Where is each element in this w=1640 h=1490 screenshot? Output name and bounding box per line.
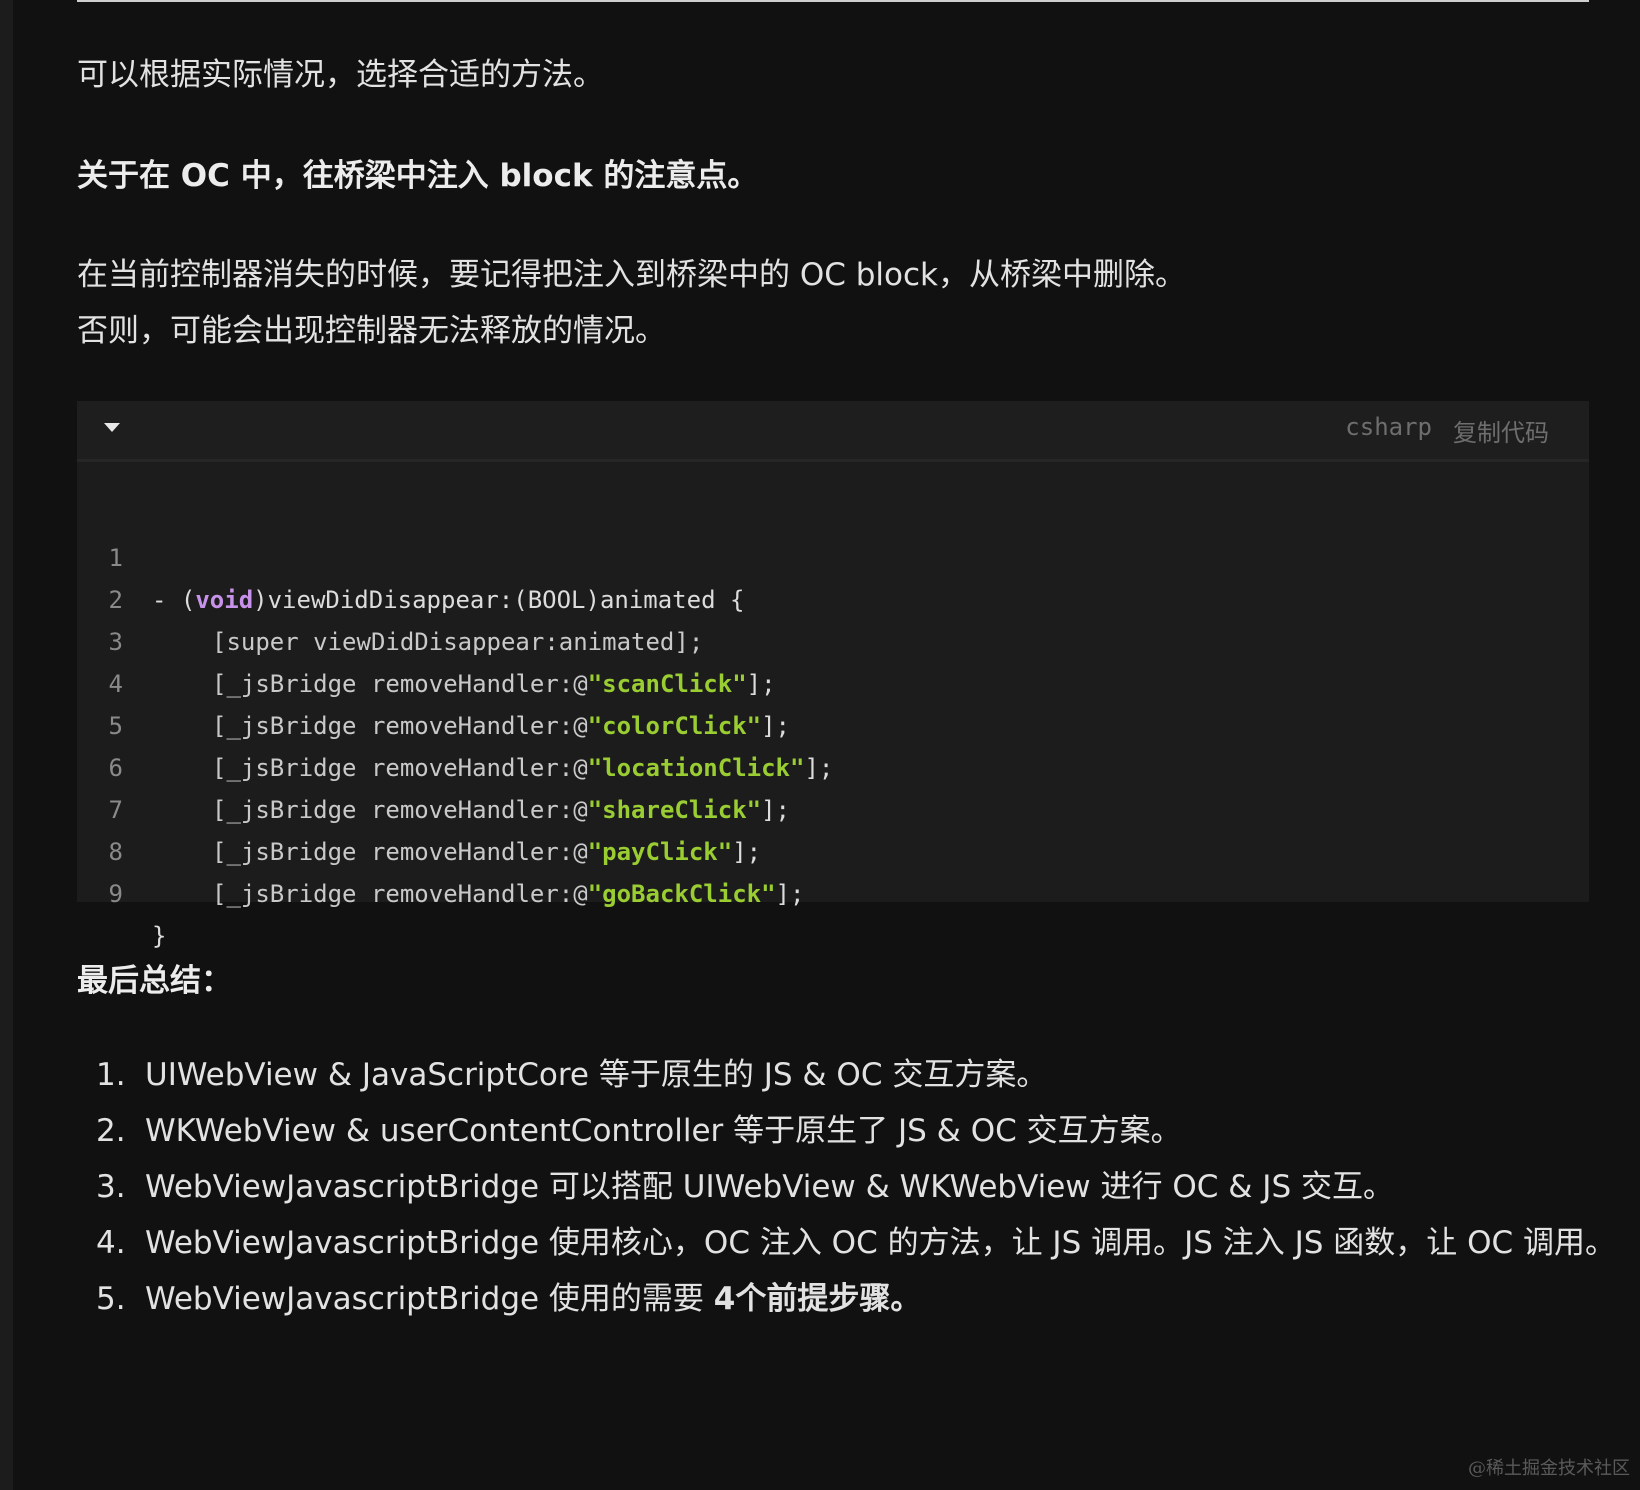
list-item-text: WebViewJavascriptBridge 使用的需要 4个前提步骤。 xyxy=(145,1281,922,1317)
heading-block-notes: 关于在 OC 中，往桥梁中注入 block 的注意点。 xyxy=(77,158,759,194)
code-block-header: csharp 复制代码 xyxy=(77,401,1589,462)
code-line: 6 [_jsBridge removeHandler:@"shareClick"… xyxy=(77,705,1589,824)
list-number: 5. xyxy=(96,1281,126,1317)
summary-list: 1. UIWebView & JavaScriptCore 等于原生的 JS &… xyxy=(77,1047,1616,1327)
list-item-text: WebViewJavascriptBridge 使用核心，OC 注入 OC 的方… xyxy=(145,1225,1617,1261)
paragraph-release-warning: 否则，可能会出现控制器无法释放的情况。 xyxy=(77,313,666,349)
list-item: 1. UIWebView & JavaScriptCore 等于原生的 JS &… xyxy=(77,1047,1640,1103)
list-item-text: WebViewJavascriptBridge 可以搭配 UIWebView &… xyxy=(145,1169,1394,1205)
line-number: 9 xyxy=(108,880,123,908)
list-item: 4. WebViewJavascriptBridge 使用核心，OC 注入 OC… xyxy=(77,1215,1640,1271)
watermark: @稀土掘金技术社区 xyxy=(1468,1458,1630,1479)
list-number: 4. xyxy=(96,1225,126,1261)
paragraph-choose-method: 可以根据实际情况，选择合适的方法。 xyxy=(77,57,604,93)
code-line: 4 [_jsBridge removeHandler:@"colorClick"… xyxy=(77,621,1589,740)
code-line: 1 - (void)viewDidDisappear:(BOOL)animate… xyxy=(77,495,1589,614)
list-item-text: WKWebView & userContentController 等于原生了 … xyxy=(145,1113,1182,1149)
code-line: 5 [_jsBridge removeHandler:@"locationCli… xyxy=(77,663,1589,782)
paragraph-remove-block: 在当前控制器消失的时候，要记得把注入到桥梁中的 OC block，从桥梁中删除。 xyxy=(77,257,1187,293)
list-item: 3. WebViewJavascriptBridge 可以搭配 UIWebVie… xyxy=(77,1159,1640,1215)
code-line: 3 [_jsBridge removeHandler:@"scanClick"]… xyxy=(77,579,1589,698)
code-line: 7 [_jsBridge removeHandler:@"payClick"]; xyxy=(77,747,1589,866)
code-text: [_jsBridge removeHandler:@"goBackClick"]… xyxy=(212,880,805,908)
code-block: csharp 复制代码 1 - (void)viewDidDisappear:(… xyxy=(77,401,1589,950)
code-line: 8 [_jsBridge removeHandler:@"goBackClick… xyxy=(77,789,1589,908)
list-item: 2. WKWebView & userContentController 等于原… xyxy=(77,1103,1640,1159)
heading-summary: 最后总结： xyxy=(77,963,232,999)
bold-text: 4个前提步骤。 xyxy=(713,1281,922,1317)
code-line: 9 } xyxy=(77,831,1589,950)
horizontal-rule xyxy=(77,0,1589,2)
list-number: 3. xyxy=(96,1169,126,1205)
copy-code-button[interactable]: 复制代码 xyxy=(1453,413,1549,448)
list-number: 2. xyxy=(96,1113,126,1149)
list-number: 1. xyxy=(96,1057,126,1093)
code-text: } xyxy=(152,922,167,950)
list-item-text: UIWebView & JavaScriptCore 等于原生的 JS & OC… xyxy=(145,1057,1048,1093)
code-line: 2 [super viewDidDisappear:animated]; xyxy=(77,537,1589,656)
code-language-label: csharp xyxy=(1345,413,1432,441)
caret-down-icon[interactable] xyxy=(104,423,120,432)
code-string: "goBackClick" xyxy=(587,880,776,908)
list-item: 5. WebViewJavascriptBridge 使用的需要 4个前提步骤。 xyxy=(77,1271,1640,1327)
code-body: 1 - (void)viewDidDisappear:(BOOL)animate… xyxy=(77,495,1589,950)
left-edge-strip xyxy=(0,0,13,1490)
